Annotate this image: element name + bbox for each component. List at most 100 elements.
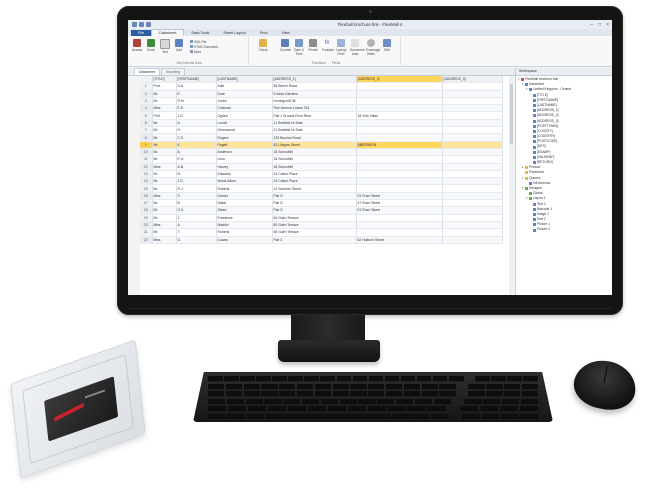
tree-node[interactable]: Picture 2	[518, 227, 612, 232]
table-row[interactable]: 22 Miss G. Cowan Flat 3 62 Holburn Street	[140, 236, 503, 244]
cell-address-2[interactable]: 47 Rose Street	[356, 199, 443, 208]
table-row[interactable]: 14 Mr. J.G. Wood-Allum 24 Cotton Place	[140, 177, 503, 186]
cell-address-1[interactable]: 24 Cotton Place	[272, 177, 357, 186]
cell-lastname[interactable]: Greenwood	[216, 126, 273, 135]
cell-lastname[interactable]: Anderson	[216, 148, 273, 157]
cell-address-2[interactable]	[356, 82, 443, 91]
table-row[interactable]: 6 Mr. A. Lovatt 11 Seafield Dr East	[140, 119, 503, 128]
cell-title[interactable]: Miss	[152, 104, 177, 113]
table-row[interactable]: 13 Mr. N. Edwards 24 Cotton Place	[140, 170, 503, 179]
cell-address-2[interactable]	[356, 221, 443, 230]
cell-lastname[interactable]: Wood-Allum	[216, 177, 273, 186]
cell-title[interactable]: Mr.	[152, 155, 177, 164]
cell-address-1[interactable]: Honingcroft 36	[272, 97, 357, 106]
row-number[interactable]: 5	[140, 111, 153, 120]
row-number[interactable]: 3	[140, 97, 153, 106]
cell-lastname[interactable]: Harvey	[216, 163, 273, 171]
cell-lastname[interactable]: Leon	[216, 155, 273, 164]
cell-lastname[interactable]: Garnet	[216, 192, 273, 201]
row-number[interactable]: 4	[140, 104, 153, 113]
cell-title[interactable]: Mr.	[152, 148, 177, 157]
cell-address-1[interactable]: 11 Seafield Dr East	[272, 126, 357, 135]
table-row[interactable]: 3 Mr. R.M. Jones Honingcroft 36	[140, 97, 503, 106]
cell-firstname[interactable]: N.	[176, 170, 217, 179]
maximize-icon[interactable]: □	[598, 22, 601, 28]
cell-title[interactable]: Mr.	[152, 199, 177, 208]
cell-title[interactable]: Prof.	[152, 82, 177, 91]
cell-address-2[interactable]	[356, 148, 443, 157]
cell-title[interactable]: Mr.	[152, 214, 177, 222]
row-number[interactable]: 18	[140, 206, 153, 215]
cell-title[interactable]: Miss	[152, 236, 177, 244]
cell-address-3[interactable]	[442, 236, 503, 244]
table-row[interactable]: 7 Mr. H. Greenwood 11 Seafield Dr East	[140, 126, 503, 135]
row-number[interactable]: 16	[140, 192, 153, 201]
cell-title[interactable]: Prof.	[152, 111, 177, 120]
row-number[interactable]: 12	[140, 163, 153, 171]
cell-address-2[interactable]	[356, 228, 443, 237]
cell-address-2[interactable]: 62 Holburn Street	[356, 236, 443, 244]
table-row[interactable]: 16 Miss S. Garnet Flat G 51 Rose Street	[140, 192, 503, 201]
cell-lastname[interactable]: Freestone	[216, 214, 273, 222]
grid-vertical-scrollbar[interactable]	[509, 76, 513, 295]
more-button[interactable]: More	[190, 50, 218, 55]
exchange-fields-button[interactable]: Exchange fields	[366, 39, 380, 56]
cell-lastname[interactable]: Steed	[216, 206, 273, 215]
cell-title[interactable]: Mr.	[152, 90, 177, 98]
cell-address-2[interactable]	[356, 97, 443, 106]
row-number[interactable]: 10	[140, 148, 153, 157]
row-number[interactable]: 22	[140, 236, 153, 244]
cell-title[interactable]: Mr.	[152, 177, 177, 186]
cell-firstname[interactable]: G.E.	[176, 206, 217, 215]
cell-address-1[interactable]: 60 Gairn Terrace	[272, 214, 357, 222]
cell-address-2[interactable]	[356, 214, 443, 222]
row-number[interactable]: 6	[140, 119, 153, 128]
cell-address-1[interactable]: 55 Beech Road	[272, 82, 357, 91]
cell-lastname[interactable]: Maddin	[216, 221, 273, 230]
cell-lastname[interactable]: Coleman	[216, 104, 273, 113]
cell-address-2[interactable]	[356, 177, 443, 186]
cell-firstname[interactable]: E.	[176, 90, 217, 98]
tab-datasheet-doc[interactable]: Datasheet	[134, 68, 160, 75]
close-icon[interactable]: ×	[606, 22, 609, 28]
cell-firstname[interactable]: E.G.	[176, 155, 217, 164]
cell-address-1[interactable]: 18 Schoolhill	[272, 155, 357, 164]
scrollbar-thumb[interactable]	[509, 84, 513, 144]
row-number[interactable]: 17	[140, 199, 153, 208]
cell-lastname[interactable]: Rogers	[216, 133, 273, 142]
cell-address-2[interactable]: ABERDEEN	[356, 141, 443, 149]
cell-firstname[interactable]: H.	[176, 126, 217, 135]
column-header-title[interactable]: [TITLE]	[152, 76, 177, 84]
cell-address-3[interactable]	[442, 199, 503, 208]
cell-address-1[interactable]: 81 Lithgow Street	[272, 141, 357, 149]
date-time-button[interactable]: Date & Time	[294, 39, 304, 56]
cell-address-1[interactable]: 18 Schoolhill	[272, 148, 357, 157]
column-header-address-1[interactable]: [ADDRESS_1]	[272, 76, 357, 84]
cell-lastname[interactable]: Jones	[216, 97, 273, 106]
cell-lastname[interactable]: Roberts	[216, 228, 273, 237]
table-row[interactable]: 11 Mr. E.G. Leon 18 Schoolhill	[140, 155, 503, 164]
row-number[interactable]: 20	[140, 221, 153, 230]
row-number[interactable]: 14	[140, 177, 153, 186]
cell-address-1[interactable]: Flat 3	[272, 236, 357, 244]
cell-firstname[interactable]: B.	[176, 199, 217, 208]
cell-title[interactable]: Mr.	[152, 170, 177, 179]
table-row[interactable]: 19 Mr. J. Freestone 60 Gairn Terrace	[140, 214, 503, 222]
minimize-icon[interactable]: –	[590, 22, 593, 28]
cell-title[interactable]: Mr.	[152, 184, 177, 193]
row-number[interactable]: 2	[140, 90, 153, 98]
cell-address-3[interactable]	[442, 141, 503, 149]
cell-address-1[interactable]: Flat 1 Ground Floor Rear	[272, 111, 357, 120]
cell-address-2[interactable]	[356, 155, 443, 164]
cell-address-1[interactable]: 11 Seafield Dr East	[272, 119, 357, 128]
cell-firstname[interactable]: G.	[176, 236, 217, 244]
cell-address-1[interactable]: Flat G	[272, 206, 357, 215]
cell-address-1[interactable]: 18 Schoolhill	[272, 163, 357, 171]
cell-title[interactable]: Miss	[152, 221, 177, 230]
cell-address-3[interactable]	[442, 119, 503, 128]
cell-title[interactable]: Mr.	[152, 119, 177, 128]
cell-address-1[interactable]: 24 Summer Street	[272, 184, 357, 193]
cell-firstname[interactable]: A.	[176, 119, 217, 128]
cell-title[interactable]: Miss	[152, 192, 177, 201]
cell-address-3[interactable]	[442, 155, 503, 164]
